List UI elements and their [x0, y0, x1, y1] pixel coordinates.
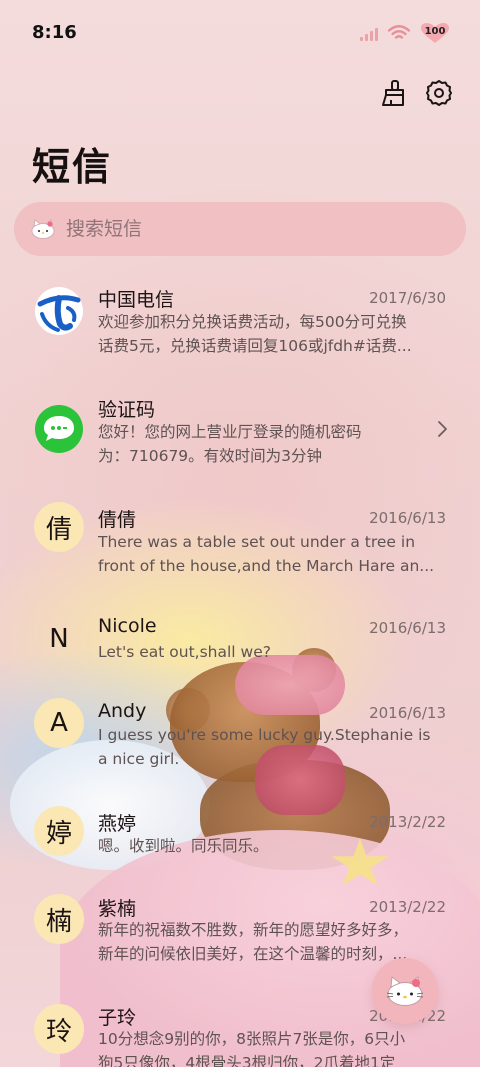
- message-preview: There was a table set out under a tree i…: [98, 530, 448, 578]
- avatar: 婷: [34, 806, 84, 856]
- message-preview: 10分想念9别的你，8张照片7张是你，6只小 狗5只像你，4根骨头3根归你，2爪…: [98, 1027, 448, 1067]
- message-date: 2016/6/13: [369, 704, 446, 722]
- avatar: 玲: [34, 1004, 84, 1054]
- preview-line: There was a table set out under a tree i…: [98, 533, 416, 551]
- message-item[interactable]: N Nicole 2016/6/13 Let's eat out,shall w…: [0, 606, 480, 678]
- wifi-icon: [388, 25, 410, 41]
- message-item[interactable]: 中国电信 2017/6/30 欢迎参加积分兑换话费活动，每500分可兑换 话费5…: [0, 276, 480, 372]
- hello-kitty-icon: [31, 219, 55, 239]
- preview-line: 嗯。收到啦。同乐同乐。: [98, 837, 269, 855]
- chevron-right-icon[interactable]: [436, 420, 448, 442]
- preview-line: 您好！您的网上营业厅登录的随机密码: [98, 423, 362, 441]
- avatar: A: [34, 698, 84, 748]
- message-preview: Let's eat out,shall we?: [98, 640, 448, 664]
- message-item[interactable]: 倩 倩倩 2016/6/13 There was a table set out…: [0, 496, 480, 592]
- preview-line: 10分想念9别的你，8张照片7张是你，6只小: [98, 1030, 406, 1048]
- message-date: 2013/2/22: [369, 898, 446, 916]
- search-input[interactable]: [66, 218, 426, 240]
- message-preview: 欢迎参加积分兑换话费活动，每500分可兑换 话费5元，兑换话费请回复106或jf…: [98, 310, 448, 358]
- message-date: 2016/6/13: [369, 509, 446, 527]
- avatar: N: [49, 624, 69, 654]
- contact-name: 紫楠: [98, 898, 137, 920]
- preview-line: 狗5只像你，4根骨头3根归你，2爪着地1定: [98, 1054, 396, 1067]
- contact-name: 燕婷: [98, 813, 137, 835]
- contact-name: 中国电信: [98, 289, 175, 311]
- contact-name: 验证码: [98, 399, 156, 421]
- compose-button[interactable]: [372, 958, 438, 1024]
- signal-icon: [360, 25, 378, 41]
- avatar: 楠: [34, 894, 84, 944]
- preview-line: 新年的祝福数不胜数，新年的愿望好多好多，: [98, 921, 409, 939]
- message-date: 2017/6/30: [369, 289, 446, 307]
- hello-kitty-compose-icon: [386, 976, 424, 1006]
- avatar: 倩: [34, 502, 84, 552]
- contact-name: Andy: [98, 700, 147, 722]
- status-bar: 8:16 100: [0, 0, 480, 68]
- china-telecom-logo: [34, 286, 84, 336]
- preview-line: front of the house,and the March Hare an…: [98, 557, 435, 575]
- status-icons: 100: [360, 22, 450, 44]
- preview-line: 欢迎参加积分兑换话费活动，每500分可兑换: [98, 313, 407, 331]
- message-preview: I guess you're some lucky guy.Stephanie …: [98, 723, 448, 771]
- preview-line: 话费5元，兑换话费请回复106或jfdh#话费...: [98, 337, 412, 355]
- message-date: 2016/6/13: [369, 619, 446, 637]
- contact-name: 倩倩: [98, 509, 137, 531]
- preview-line: a nice girl.: [98, 750, 180, 768]
- contact-name: 子玲: [98, 1007, 137, 1029]
- battery-icon: 100: [420, 22, 450, 44]
- header-actions: [378, 78, 454, 108]
- message-bubble-icon: [34, 404, 84, 454]
- message-item[interactable]: A Andy 2016/6/13 I guess you're some luc…: [0, 692, 480, 788]
- preview-line: 为：710679。有效时间为3分钟: [98, 447, 323, 465]
- message-item[interactable]: 验证码 您好！您的网上营业厅登录的随机密码 为：710679。有效时间为3分钟: [0, 386, 480, 482]
- broom-icon[interactable]: [378, 78, 408, 108]
- preview-line: Let's eat out,shall we?: [98, 643, 271, 661]
- contact-name: Nicole: [98, 615, 157, 637]
- message-preview: 嗯。收到啦。同乐同乐。: [98, 834, 448, 858]
- status-time: 8:16: [32, 22, 77, 43]
- message-date: 2013/2/22: [369, 813, 446, 831]
- message-item[interactable]: 婷 燕婷 2013/2/22 嗯。收到啦。同乐同乐。: [0, 800, 480, 872]
- preview-line: I guess you're some lucky guy.Stephanie …: [98, 726, 431, 744]
- message-preview: 您好！您的网上营业厅登录的随机密码 为：710679。有效时间为3分钟: [98, 420, 408, 468]
- battery-level: 100: [424, 26, 446, 37]
- search-bar[interactable]: [14, 202, 466, 256]
- gear-icon[interactable]: [424, 78, 454, 108]
- page-title: 短信: [32, 145, 113, 189]
